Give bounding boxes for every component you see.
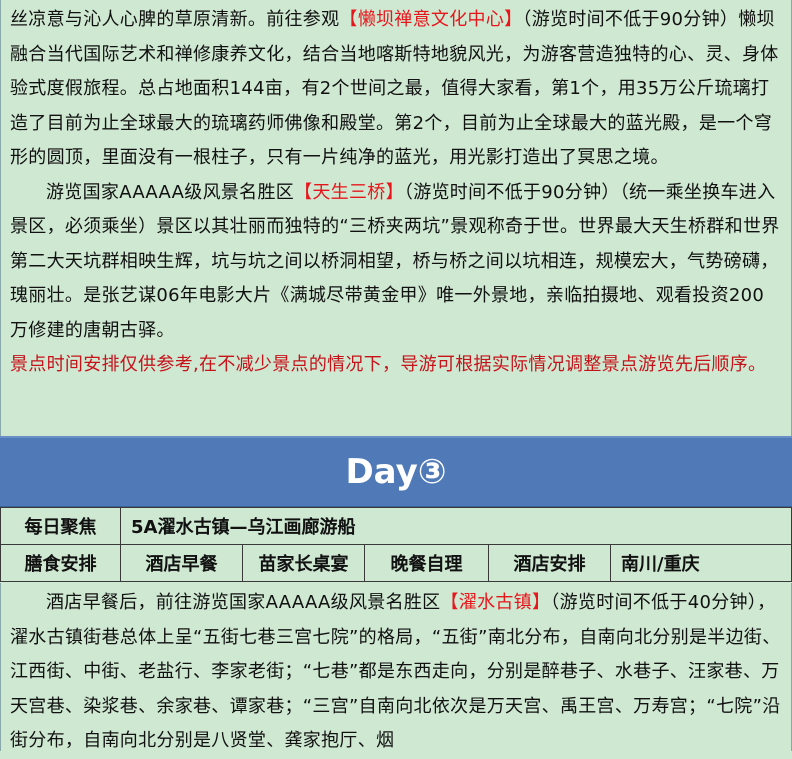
attraction-name-three-bridges: 【天生三桥】 <box>294 181 404 203</box>
attraction-name-zhuoshui: 【濯水古镇】 <box>440 592 551 613</box>
focus-row: 每日聚焦 5A濯水古镇—乌江画廊游船 <box>0 507 792 545</box>
meals-label: 膳食安排 <box>0 544 121 582</box>
lunch-value: 苗家长桌宴 <box>242 544 365 582</box>
paragraph-text: 游览国家AAAAA级风景名胜区 <box>46 181 295 203</box>
paragraph-text: （游览时间不低于40分钟），濯水古镇街巷总体上呈“五街七巷三宫七院”的格局，“五… <box>10 592 781 751</box>
attraction-name-lanba: 【懒坝禅意文化中心】 <box>339 9 523 30</box>
paragraph-text: （游览时间不低于90分钟）（统一乘坐换车进入景区，必须乘坐）景区以其壮丽而独特的… <box>10 181 780 341</box>
day2-paragraph-2: 游览国家AAAAA级风景名胜区【天生三桥】（游览时间不低于90分钟）（统一乘坐换… <box>10 176 781 349</box>
itinerary-page: 丝凉意与沁人心脾的草原清新。前往参观【懒坝禅意文化中心】（游览时间不低于90分钟… <box>0 0 792 751</box>
focus-value: 5A濯水古镇—乌江画廊游船 <box>120 507 792 545</box>
day-header: Day③ <box>0 436 792 507</box>
day3-paragraph-1: 酒店早餐后，前往游览国家AAAAA级风景名胜区【濯水古镇】（游览时间不低于40分… <box>10 586 781 759</box>
breakfast-value: 酒店早餐 <box>120 544 243 582</box>
day2-description: 丝凉意与沁人心脾的草原清新。前往参观【懒坝禅意文化中心】（游览时间不低于90分钟… <box>0 0 792 436</box>
dinner-value: 晚餐自理 <box>364 544 489 582</box>
hotel-label: 酒店安排 <box>488 544 611 582</box>
meals-row: 膳食安排 酒店早餐 苗家长桌宴 晚餐自理 酒店安排 南川/重庆 <box>0 544 792 582</box>
paragraph-text: 酒店早餐后，前往游览国家AAAAA级风景名胜区 <box>46 592 441 613</box>
day-title: Day③ <box>345 452 447 492</box>
day3-description: 酒店早餐后，前往游览国家AAAAA级风景名胜区【濯水古镇】（游览时间不低于40分… <box>0 583 792 751</box>
day-schedule-table: 每日聚焦 5A濯水古镇—乌江画廊游船 膳食安排 酒店早餐 苗家长桌宴 晚餐自理 … <box>0 507 792 582</box>
paragraph-text: 丝凉意与沁人心脾的草原清新。前往参观 <box>10 9 340 30</box>
paragraph-text: （游览时间不低于90分钟）懒坝融合当代国际艺术和禅修康养文化，结合当地喀斯特地貌… <box>10 9 779 168</box>
hotel-value: 南川/重庆 <box>610 544 792 582</box>
schedule-notice: 景点时间安排仅供参考,在不减少景点的情况下，导游可根据实际情况调整景点游览先后顺… <box>10 354 767 375</box>
focus-label: 每日聚焦 <box>0 507 121 545</box>
day2-paragraph-1: 丝凉意与沁人心脾的草原清新。前往参观【懒坝禅意文化中心】（游览时间不低于90分钟… <box>10 3 781 176</box>
